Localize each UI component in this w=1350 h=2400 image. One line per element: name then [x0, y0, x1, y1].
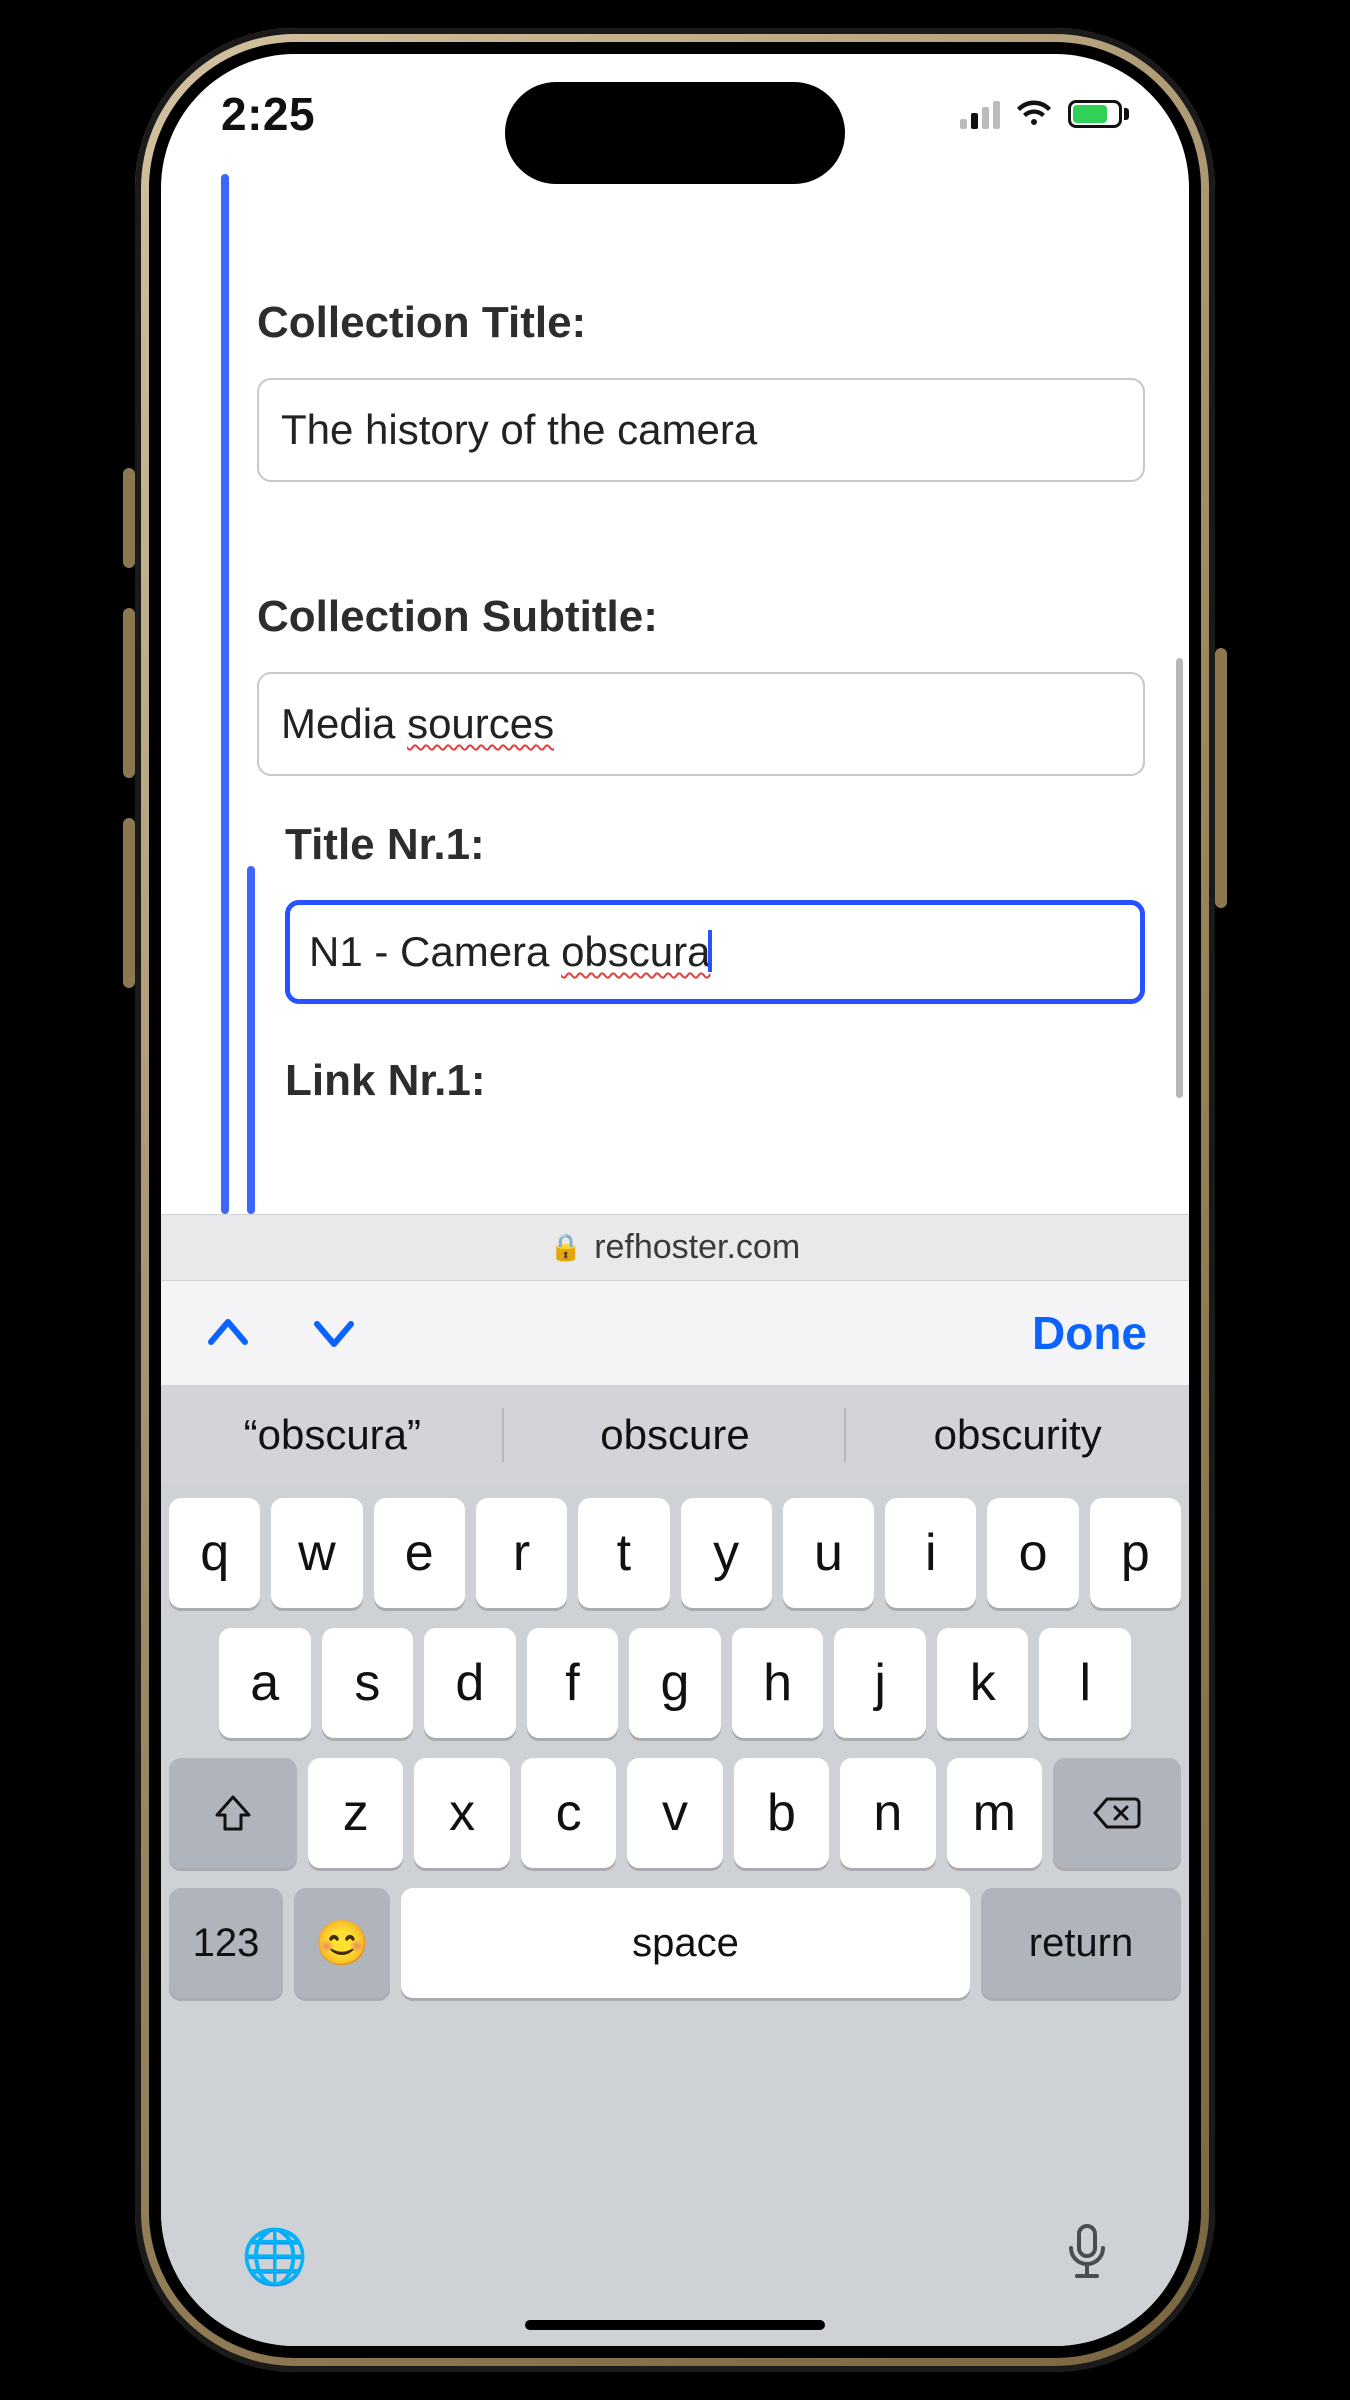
key-v[interactable]: v — [627, 1758, 722, 1868]
collection-title-input[interactable]: The history of the camera — [257, 378, 1145, 482]
address-domain: refhoster.com — [594, 1228, 800, 1267]
screen: 2:25 — [161, 54, 1189, 2346]
accent-line-inner — [247, 866, 255, 1214]
key-g[interactable]: g — [629, 1628, 721, 1738]
accent-line-outer — [221, 174, 229, 1214]
volume-up-button — [123, 608, 135, 778]
wifi-icon — [1014, 99, 1054, 129]
mute-switch — [123, 468, 135, 568]
key-b[interactable]: b — [734, 1758, 829, 1868]
key-u[interactable]: u — [783, 1498, 874, 1608]
home-indicator[interactable] — [525, 2320, 825, 2330]
address-bar[interactable]: 🔒 refhoster.com — [161, 1214, 1189, 1280]
key-w[interactable]: w — [271, 1498, 362, 1608]
next-field-button[interactable] — [309, 1308, 359, 1358]
backspace-key[interactable] — [1053, 1758, 1181, 1868]
key-i[interactable]: i — [885, 1498, 976, 1608]
title-1-input[interactable]: N1 - Camera obscura — [285, 900, 1145, 1004]
numbers-key[interactable]: 123 — [169, 1888, 283, 1998]
collection-subtitle-input[interactable]: Media sources — [257, 672, 1145, 776]
prev-field-button[interactable] — [203, 1308, 253, 1358]
dictation-key[interactable] — [1065, 2224, 1109, 2291]
globe-key[interactable]: 🌐 — [241, 2226, 308, 2289]
key-a[interactable]: a — [219, 1628, 311, 1738]
key-c[interactable]: c — [521, 1758, 616, 1868]
side-button — [1215, 648, 1227, 908]
key-t[interactable]: t — [578, 1498, 669, 1608]
key-n[interactable]: n — [840, 1758, 935, 1868]
shift-key[interactable] — [169, 1758, 297, 1868]
phone-frame: 2:25 — [135, 28, 1215, 2372]
suggestion-bar: “obscura” obscure obscurity — [161, 1386, 1189, 1484]
key-p[interactable]: p — [1090, 1498, 1181, 1608]
key-e[interactable]: e — [374, 1498, 465, 1608]
suggestion-1[interactable]: “obscura” — [161, 1386, 504, 1484]
key-s[interactable]: s — [322, 1628, 414, 1738]
key-h[interactable]: h — [732, 1628, 824, 1738]
key-r[interactable]: r — [476, 1498, 567, 1608]
key-f[interactable]: f — [527, 1628, 619, 1738]
dynamic-island — [505, 82, 845, 184]
text-caret — [708, 930, 712, 972]
key-x[interactable]: x — [414, 1758, 509, 1868]
lock-icon: 🔒 — [550, 1232, 582, 1263]
key-j[interactable]: j — [834, 1628, 926, 1738]
return-key[interactable]: return — [981, 1888, 1181, 1998]
key-y[interactable]: y — [681, 1498, 772, 1608]
space-key[interactable]: space — [401, 1888, 970, 1998]
key-z[interactable]: z — [308, 1758, 403, 1868]
suggestion-2[interactable]: obscure — [504, 1386, 847, 1484]
volume-down-button — [123, 818, 135, 988]
cellular-signal-icon — [960, 99, 1000, 129]
title-1-label: Title Nr.1: — [285, 820, 1145, 870]
key-m[interactable]: m — [947, 1758, 1042, 1868]
keyboard-accessory: Done — [161, 1280, 1189, 1386]
key-d[interactable]: d — [424, 1628, 516, 1738]
collection-title-label: Collection Title: — [257, 298, 1145, 348]
scroll-indicator — [1176, 658, 1183, 1098]
emoji-key[interactable]: 😊 — [294, 1888, 390, 1998]
link-1-label: Link Nr.1: — [285, 1056, 1145, 1106]
keyboard: q w e r t y u i o p a — [161, 1484, 1189, 2346]
done-button[interactable]: Done — [1032, 1306, 1147, 1360]
suggestion-3[interactable]: obscurity — [846, 1386, 1189, 1484]
collection-subtitle-label: Collection Subtitle: — [257, 592, 1145, 642]
status-time: 2:25 — [221, 87, 315, 141]
battery-icon — [1068, 100, 1129, 128]
key-l[interactable]: l — [1039, 1628, 1131, 1738]
form-area[interactable]: Collection Title: The history of the cam… — [161, 174, 1189, 1214]
key-k[interactable]: k — [937, 1628, 1029, 1738]
key-o[interactable]: o — [987, 1498, 1078, 1608]
key-q[interactable]: q — [169, 1498, 260, 1608]
